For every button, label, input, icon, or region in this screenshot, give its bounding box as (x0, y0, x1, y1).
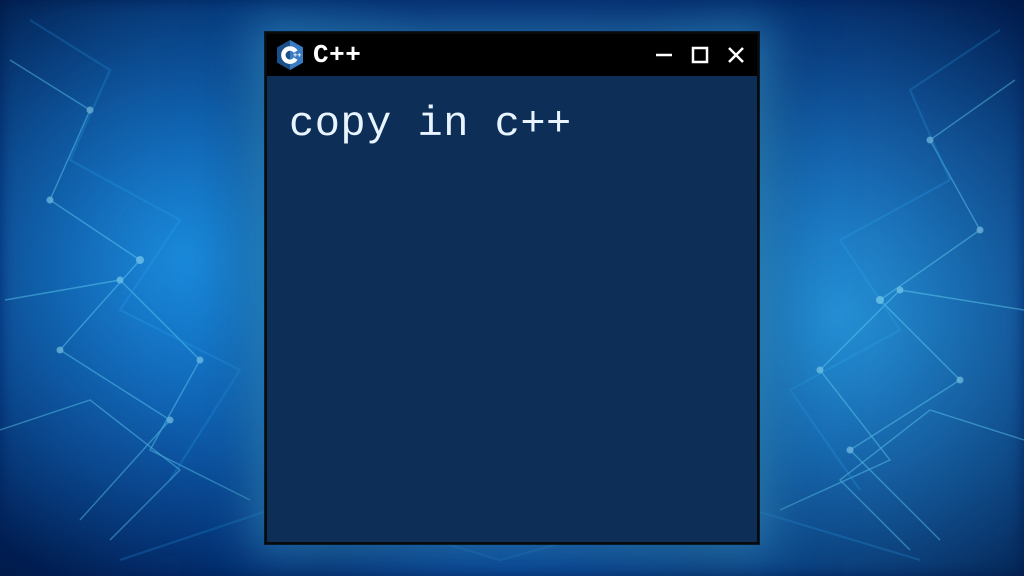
close-button[interactable] (723, 42, 749, 68)
minimize-button[interactable] (651, 42, 677, 68)
maximize-button[interactable] (687, 42, 713, 68)
titlebar[interactable]: C++ (267, 34, 757, 76)
app-window: C++ copy in c++ (265, 32, 759, 544)
window-content: copy in c++ (267, 76, 757, 172)
cpp-logo-icon (277, 40, 303, 70)
window-controls (651, 42, 749, 68)
app-title: C++ (313, 40, 361, 70)
content-text: copy in c++ (289, 100, 735, 148)
